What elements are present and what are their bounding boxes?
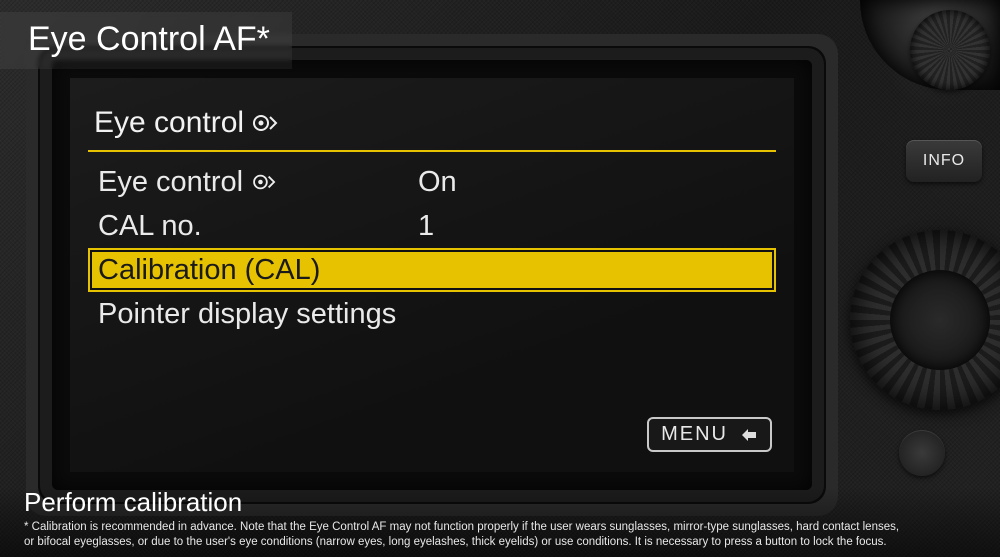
menu-title: Eye control bbox=[94, 106, 244, 140]
menu-item-pointer-display[interactable]: Pointer display settings bbox=[88, 292, 776, 336]
footnote-line: or bifocal eyeglasses, or due to the use… bbox=[24, 535, 976, 551]
menu-item-label: Pointer display settings bbox=[98, 298, 396, 331]
menu-item-cal-no[interactable]: CAL no. 1 bbox=[88, 204, 776, 248]
menu-back-button[interactable]: MENU bbox=[647, 417, 772, 452]
menu-item-eye-control[interactable]: Eye control On bbox=[88, 160, 776, 204]
lcd-frame: Eye control Eye control bbox=[52, 60, 812, 490]
menu-list: Eye control On CAL no. 1 bbox=[88, 160, 776, 336]
menu-title-bar: Eye control bbox=[88, 106, 776, 152]
delete-button[interactable] bbox=[899, 430, 945, 476]
menu-button-label: MENU bbox=[661, 423, 728, 446]
caption-title: Perform calibration bbox=[24, 487, 976, 518]
footnote-line: * Calibration is recommended in advance.… bbox=[24, 520, 976, 536]
menu-footer: MENU bbox=[88, 411, 776, 458]
info-button-label: INFO bbox=[923, 152, 965, 170]
eye-control-icon bbox=[252, 111, 280, 135]
feature-title-banner: Eye Control AF* bbox=[0, 12, 292, 69]
info-button[interactable]: INFO bbox=[906, 140, 982, 182]
back-icon bbox=[736, 426, 758, 444]
menu-item-label: Eye control bbox=[98, 166, 243, 199]
menu-item-label: Calibration (CAL) bbox=[98, 254, 320, 287]
eye-control-icon bbox=[251, 170, 279, 194]
menu-item-label: CAL no. bbox=[98, 210, 202, 243]
menu-item-calibration[interactable]: Calibration (CAL) bbox=[88, 248, 776, 292]
menu-item-value: 1 bbox=[418, 210, 766, 243]
feature-title: Eye Control AF* bbox=[28, 20, 270, 58]
caption-overlay: Perform calibration * Calibration is rec… bbox=[0, 487, 1000, 557]
menu-item-value: On bbox=[418, 166, 766, 199]
lcd-screen: Eye control Eye control bbox=[70, 78, 794, 472]
